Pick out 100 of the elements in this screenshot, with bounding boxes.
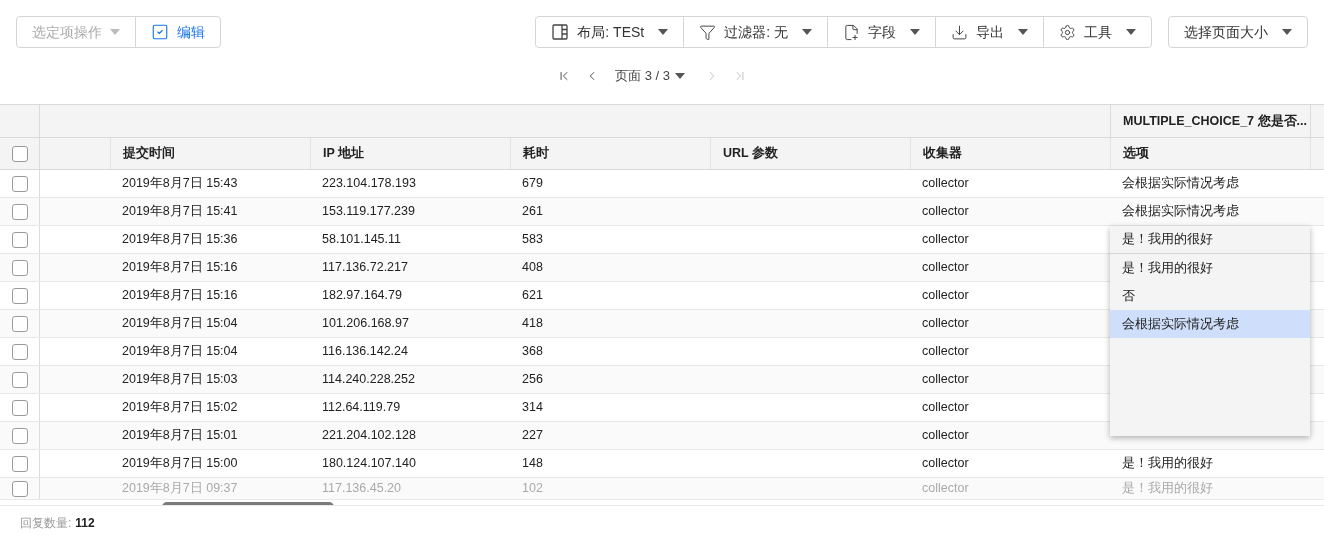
table-cell-text: 368 xyxy=(522,343,543,361)
toolbar-dropdown-button[interactable]: 工具 xyxy=(1043,17,1151,47)
table-cell-text: 112.64.119.79 xyxy=(322,399,401,417)
table-cell-text: 2019年8月7日 15:36 xyxy=(122,231,238,249)
table-cell-text: 102 xyxy=(522,480,543,498)
table-cell-text: collector xyxy=(922,399,969,417)
table-cell-text: 2019年8月7日 15:41 xyxy=(122,203,238,221)
column-header[interactable]: 选项 xyxy=(1123,144,1149,163)
caret-icon xyxy=(674,73,685,79)
table-cell-text: 221.204.102.128 xyxy=(322,427,416,445)
layout-icon xyxy=(551,23,570,41)
checkbox[interactable] xyxy=(11,399,28,416)
table-cell-text: 418 xyxy=(522,315,543,333)
checkbox[interactable] xyxy=(11,203,28,220)
caret-icon xyxy=(802,29,812,35)
caret-icon xyxy=(910,29,920,35)
column-header[interactable]: 提交时间 xyxy=(123,144,175,163)
table-cell-text: collector xyxy=(922,371,969,389)
checkbox[interactable] xyxy=(11,259,28,276)
table-cell-text: 182.97.164.79 xyxy=(322,287,402,305)
table-cell-text: 117.136.72.217 xyxy=(322,259,408,277)
dropdown-option[interactable]: 否 xyxy=(1110,282,1310,310)
table-cell-text: 2019年8月7日 15:02 xyxy=(122,399,238,417)
table-cell-text: 2019年8月7日 15:16 xyxy=(122,259,238,277)
table-cell-text: 2019年8月7日 15:04 xyxy=(122,315,238,333)
table-cell-text: collector xyxy=(922,203,969,221)
table-cell-text: collector xyxy=(922,315,969,333)
column-header[interactable]: URL 参数 xyxy=(723,144,778,163)
caret-icon xyxy=(1018,29,1028,35)
table-cell-text: 2019年8月7日 15:00 xyxy=(122,455,238,473)
filter-icon xyxy=(699,23,717,41)
table-cell-text: 621 xyxy=(522,287,543,305)
toolbar-dropdown-button[interactable]: 导出 xyxy=(935,17,1043,47)
table-cell-text: 是！我用的很好 xyxy=(1122,455,1213,473)
table-cell-text: collector xyxy=(922,427,969,445)
table-cell-text: 是！我用的很好 xyxy=(1122,480,1213,498)
table-cell-text: collector xyxy=(922,287,969,305)
table-cell-text: 408 xyxy=(522,259,543,277)
checkbox[interactable] xyxy=(11,371,28,388)
table-cell-text: 256 xyxy=(522,371,543,389)
table-cell-text: 117.136.45.20 xyxy=(322,480,401,498)
download-icon xyxy=(951,23,968,41)
caret-icon xyxy=(1282,29,1292,35)
response-count-label: 回复数量: xyxy=(20,514,72,532)
table-cell-text: collector xyxy=(922,259,969,277)
table-cell-text: 2019年8月7日 15:01 xyxy=(122,427,238,445)
checkbox[interactable] xyxy=(11,427,28,444)
response-count: 112 xyxy=(75,514,95,532)
file-plus-icon xyxy=(843,23,860,41)
table-cell-text: 会根据实际情况考虑 xyxy=(1122,203,1239,221)
table-cell-text: 101.206.168.97 xyxy=(322,315,409,333)
table-cell-text: collector xyxy=(922,480,969,498)
page-selector[interactable]: 页面 3 / 3 xyxy=(615,66,685,86)
table-cell-text: collector xyxy=(922,455,969,473)
caret-icon xyxy=(658,29,669,35)
checkbox[interactable] xyxy=(11,175,28,192)
column-group-header: MULTIPLE_CHOICE_7 您是否... xyxy=(1123,112,1307,130)
table-cell-text: collector xyxy=(922,343,969,361)
table-cell-text: 2019年8月7日 15:03 xyxy=(122,371,238,389)
checkbox[interactable] xyxy=(11,145,28,162)
table-cell-text: 223.104.178.193 xyxy=(322,175,416,193)
checkbox[interactable] xyxy=(11,315,28,332)
column-header[interactable]: 耗时 xyxy=(523,144,549,163)
table-cell-text: 153.119.177.239 xyxy=(322,203,415,221)
dropdown-value[interactable]: 是！我用的很好 xyxy=(1122,230,1213,249)
caret-icon xyxy=(110,29,120,35)
checkbox[interactable] xyxy=(11,480,28,497)
table-cell-text: 2019年8月7日 09:37 xyxy=(122,480,238,498)
table-cell-text: collector xyxy=(922,175,969,193)
table-cell-text: 227 xyxy=(522,427,543,445)
column-header[interactable]: IP 地址 xyxy=(323,144,365,163)
dropdown-option[interactable]: 会根据实际情况考虑 xyxy=(1110,310,1310,338)
table-cell-text: 314 xyxy=(522,399,543,417)
checkbox[interactable] xyxy=(11,287,28,304)
table-cell-text: collector xyxy=(922,231,969,249)
table-cell-text: 会根据实际情况考虑 xyxy=(1122,175,1239,193)
edit-button[interactable]: 编辑 xyxy=(135,17,220,47)
toolbar-dropdown-button[interactable]: 布局: TESt xyxy=(536,17,684,47)
table-cell-text: 148 xyxy=(522,455,543,473)
checkbox-icon xyxy=(151,23,169,41)
checkbox[interactable] xyxy=(11,455,28,472)
table-cell-text: 583 xyxy=(522,231,543,249)
caret-icon xyxy=(1126,29,1136,35)
table-cell-text: 116.136.142.24 xyxy=(322,343,408,361)
toolbar-dropdown-button[interactable]: 过滤器: 无 xyxy=(683,17,827,47)
checkbox[interactable] xyxy=(11,231,28,248)
page-size-dropdown[interactable]: 选择页面大小 xyxy=(1168,16,1308,48)
table-cell-text: 180.124.107.140 xyxy=(322,455,416,473)
table-cell-text: 2019年8月7日 15:43 xyxy=(122,175,238,193)
column-header[interactable]: 收集器 xyxy=(923,144,962,163)
table-cell-text: 679 xyxy=(522,175,543,193)
table-cell-text: 2019年8月7日 15:16 xyxy=(122,287,238,305)
table-cell-text: 114.240.228.252 xyxy=(322,371,415,389)
checkbox[interactable] xyxy=(11,343,28,360)
table-cell-text: 261 xyxy=(522,203,543,221)
dropdown-option[interactable]: 是！我用的很好 xyxy=(1110,254,1310,282)
table-cell-text: 58.101.145.11 xyxy=(322,231,401,249)
table-cell-text: 2019年8月7日 15:04 xyxy=(122,343,238,361)
settings-icon xyxy=(1059,23,1076,41)
toolbar-dropdown-button[interactable]: 字段 xyxy=(827,17,935,47)
